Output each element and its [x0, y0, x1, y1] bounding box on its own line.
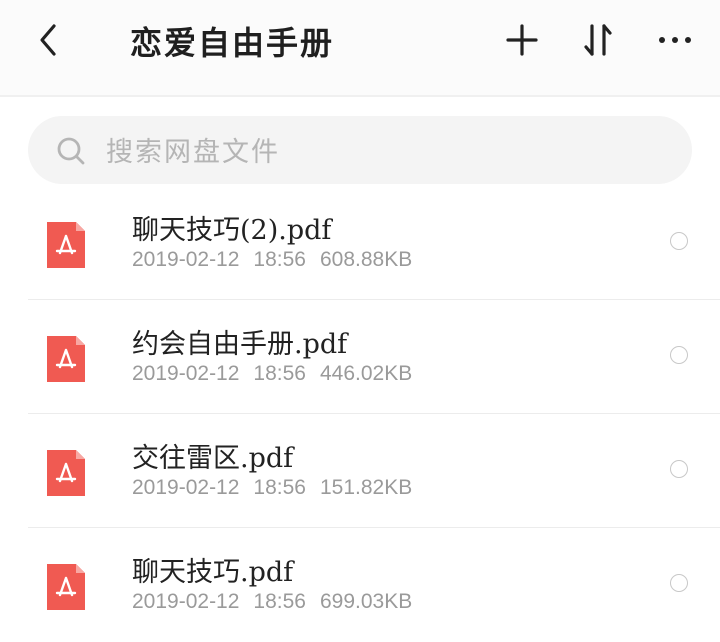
file-name: 约会自由手册.pdf — [132, 329, 348, 360]
header-divider — [0, 95, 720, 97]
file-time: 18:56 — [253, 248, 306, 271]
select-radio[interactable] — [670, 232, 688, 250]
file-date: 2019-02-12 — [132, 362, 240, 385]
file-meta: 2019-02-12 18:56 151.82KB — [132, 476, 426, 500]
chevron-left-icon[interactable] — [30, 20, 70, 60]
pdf-file-icon — [47, 564, 85, 610]
file-time: 18:56 — [253, 362, 306, 385]
file-name: 聊天技巧(2).pdf — [132, 215, 332, 246]
file-size: 151.82KB — [319, 476, 413, 499]
file-size: 446.02KB — [319, 362, 413, 385]
list-item[interactable]: 聊天技巧.pdf 2019-02-12 18:56 699.03KB — [0, 528, 720, 642]
file-list: 聊天技巧(2).pdf 2019-02-12 18:56 608.88KB 约会自由… — [0, 186, 720, 642]
pdf-file-icon — [47, 450, 85, 496]
file-time: 18:56 — [253, 476, 306, 499]
file-date: 2019-02-12 — [132, 476, 240, 499]
file-name: 交往雷区.pdf — [132, 443, 294, 474]
list-item[interactable]: 聊天技巧(2).pdf 2019-02-12 18:56 608.88KB — [0, 186, 720, 300]
more-horizontal-icon[interactable] — [655, 20, 695, 60]
file-size: 608.88KB — [319, 248, 413, 271]
pdf-file-icon — [47, 222, 85, 268]
search-bar[interactable]: 搜索网盘文件 — [28, 116, 692, 184]
file-meta: 2019-02-12 18:56 699.03KB — [132, 590, 426, 614]
page-title: 恋爱自由手册 — [130, 24, 335, 62]
file-meta: 2019-02-12 18:56 446.02KB — [132, 362, 426, 386]
plus-icon[interactable] — [502, 20, 542, 60]
top-bar: 恋爱自由手册 — [0, 0, 720, 95]
file-meta: 2019-02-12 18:56 608.88KB — [132, 248, 426, 272]
select-radio[interactable] — [670, 460, 688, 478]
select-radio[interactable] — [670, 574, 688, 592]
file-date: 2019-02-12 — [132, 248, 240, 271]
pdf-file-icon — [47, 336, 85, 382]
file-size: 699.03KB — [319, 590, 413, 613]
file-time: 18:56 — [253, 590, 306, 613]
search-icon — [56, 136, 86, 166]
list-item[interactable]: 约会自由手册.pdf 2019-02-12 18:56 446.02KB — [0, 300, 720, 414]
file-name: 聊天技巧.pdf — [132, 557, 294, 588]
sort-arrows-icon[interactable] — [578, 20, 618, 60]
search-placeholder[interactable]: 搜索网盘文件 — [106, 130, 280, 169]
list-item[interactable]: 交往雷区.pdf 2019-02-12 18:56 151.82KB — [0, 414, 720, 528]
select-radio[interactable] — [670, 346, 688, 364]
file-date: 2019-02-12 — [132, 590, 240, 613]
